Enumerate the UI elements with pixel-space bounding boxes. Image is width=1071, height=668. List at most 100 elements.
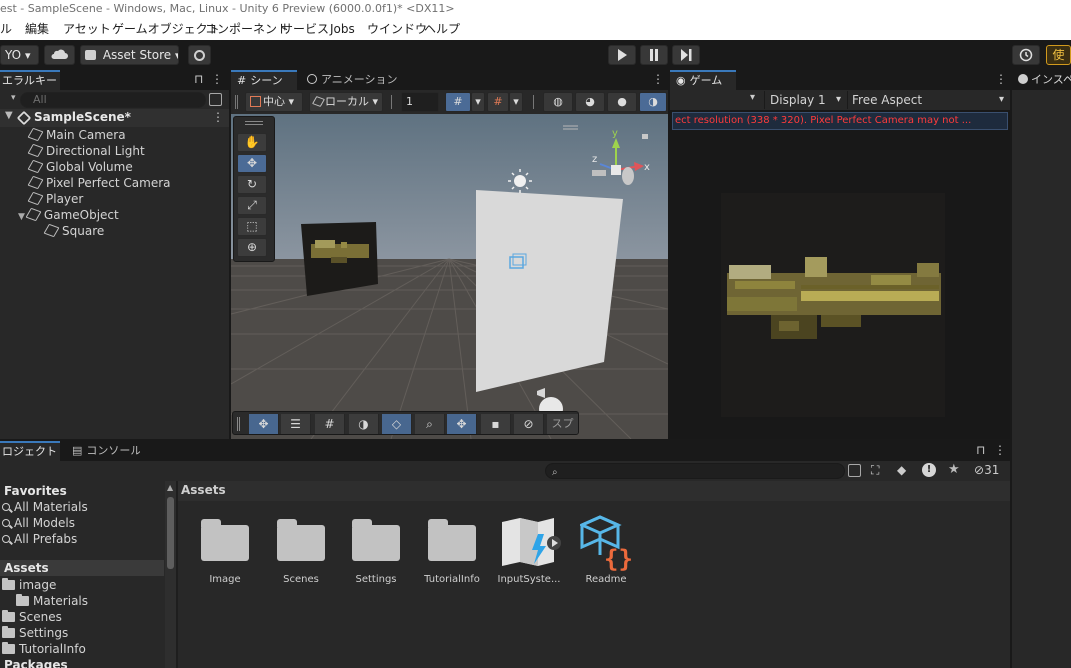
pivot-dropdown[interactable]: 中心 ▾ bbox=[245, 92, 303, 112]
hidden-packages-toggle[interactable]: ⊘31 bbox=[974, 463, 999, 477]
drag-handle-icon[interactable] bbox=[245, 121, 263, 122]
favorite-item[interactable]: All Materials bbox=[2, 499, 88, 515]
tab-inspector[interactable]: インスペ bbox=[1018, 70, 1071, 90]
lock-icon[interactable]: ⊓ bbox=[976, 443, 985, 457]
tree-folder[interactable]: image bbox=[2, 577, 56, 593]
hierarchy-item[interactable]: Player bbox=[27, 191, 83, 207]
kebab-icon[interactable]: ⋮ bbox=[652, 72, 664, 86]
display-dropdown[interactable]: Display 1 ▾ bbox=[764, 91, 844, 109]
snap-toggle[interactable]: # bbox=[487, 92, 509, 112]
scroll-up-icon[interactable]: ▲ bbox=[167, 483, 173, 492]
grid-dropdown[interactable]: ▾ bbox=[471, 92, 485, 112]
warning-icon[interactable]: ! bbox=[922, 463, 936, 477]
tab-animation[interactable]: アニメーション bbox=[303, 70, 413, 90]
account-dropdown[interactable]: YO ▾ bbox=[0, 45, 39, 65]
grid-toggle[interactable]: # bbox=[445, 92, 471, 112]
drag-handle-icon[interactable] bbox=[237, 417, 240, 431]
split-divider[interactable] bbox=[176, 481, 178, 668]
drag-handle-icon[interactable] bbox=[235, 95, 238, 109]
tree-folder[interactable]: Scenes bbox=[2, 609, 62, 625]
filter-type-icon[interactable]: ⛶ bbox=[871, 463, 879, 478]
tree-scrollbar[interactable]: ▲ bbox=[165, 481, 176, 668]
breadcrumb-item[interactable]: Assets bbox=[181, 483, 226, 497]
aspect-dropdown[interactable]: Free Aspect ▾ bbox=[847, 91, 1007, 109]
asset-store-button[interactable]: Asset Store ▾ bbox=[80, 45, 179, 65]
play-button[interactable] bbox=[608, 45, 636, 65]
menu-file[interactable]: ル bbox=[0, 18, 12, 40]
sliders-button[interactable]: ☰ bbox=[281, 414, 311, 434]
menu-edit[interactable]: 編集 bbox=[25, 18, 49, 40]
unity-menu-button[interactable]: 使 bbox=[1046, 45, 1071, 65]
menu-window[interactable]: ウインドウ bbox=[367, 18, 427, 40]
star-icon[interactable]: ★ bbox=[948, 462, 960, 477]
favorite-item[interactable]: All Prefabs bbox=[2, 531, 77, 547]
move-handles-button[interactable]: ✥ bbox=[249, 414, 279, 434]
assets-tree-row[interactable]: Assets bbox=[0, 560, 164, 576]
menu-component[interactable]: コンポーネント bbox=[205, 18, 289, 40]
favorite-item[interactable]: All Models bbox=[2, 515, 75, 531]
tab-console[interactable]: ▤ コンソール bbox=[70, 441, 140, 461]
filter-label-icon[interactable]: ◆ bbox=[897, 463, 906, 477]
shading-lit-button[interactable]: ◑ bbox=[639, 92, 667, 112]
cloud-button[interactable] bbox=[44, 45, 75, 65]
expand-arrow-icon[interactable]: ▼ bbox=[18, 212, 25, 222]
hand-tool-button[interactable]: ✋ bbox=[237, 133, 267, 152]
search-filter-icon[interactable] bbox=[209, 93, 222, 106]
hierarchy-search-input[interactable]: All bbox=[20, 92, 206, 108]
layers-button[interactable]: ◇ bbox=[382, 414, 412, 434]
grid-overlay-button[interactable]: # bbox=[315, 414, 345, 434]
hierarchy-item[interactable]: Main Camera bbox=[27, 127, 126, 143]
kebab-icon[interactable]: ⋮ bbox=[995, 72, 1007, 86]
scene-row[interactable]: ▼ SampleScene* ⋮ bbox=[0, 109, 229, 127]
step-button[interactable] bbox=[672, 45, 700, 65]
grid-size-input[interactable]: 1 bbox=[401, 92, 439, 112]
move-tool-button[interactable]: ✥ bbox=[237, 154, 267, 173]
hierarchy-item[interactable]: ▼ GameObject bbox=[18, 207, 119, 223]
tab-project[interactable]: ロジェクト bbox=[0, 441, 60, 461]
hierarchy-item[interactable]: Directional Light bbox=[27, 143, 145, 159]
pause-button[interactable] bbox=[640, 45, 668, 65]
shading-shaded-button[interactable]: ● bbox=[607, 92, 637, 112]
game-mode-dropdown[interactable]: ▾ bbox=[750, 92, 755, 103]
kebab-icon[interactable]: ⋮ bbox=[994, 443, 1006, 457]
tab-game[interactable]: ◉ ゲーム bbox=[670, 70, 736, 90]
scene-kebab-icon[interactable]: ⋮ bbox=[212, 110, 224, 124]
menu-gameobject[interactable]: ゲームオブジェクト bbox=[112, 18, 220, 40]
search-scene-button[interactable]: ⌕ bbox=[415, 414, 445, 434]
add-dropdown-icon[interactable]: ▾ bbox=[11, 93, 16, 103]
tree-folder[interactable]: TutorialInfo bbox=[2, 641, 86, 657]
project-search-input[interactable]: ⌕ bbox=[545, 463, 845, 479]
packages-header[interactable]: Packages bbox=[4, 657, 68, 668]
drag-handle-icon[interactable] bbox=[245, 124, 263, 125]
space-dropdown[interactable]: ローカル ▾ bbox=[309, 92, 383, 112]
menu-jobs[interactable]: Jobs bbox=[330, 18, 355, 40]
tab-scene[interactable]: # シーン bbox=[231, 70, 297, 90]
history-button[interactable] bbox=[1012, 45, 1040, 65]
pivot-gizmo-button[interactable]: ✥ bbox=[447, 414, 477, 434]
tab-hierarchy[interactable]: エラルキー bbox=[0, 70, 60, 90]
hierarchy-item[interactable]: Global Volume bbox=[27, 159, 133, 175]
settings-button[interactable] bbox=[188, 45, 211, 65]
rotate-tool-button[interactable]: ↻ bbox=[237, 175, 267, 194]
snap-dropdown[interactable]: ▾ bbox=[509, 92, 523, 112]
camera-button[interactable]: ▪ bbox=[481, 414, 511, 434]
scale-tool-button[interactable]: ⤢ bbox=[237, 196, 267, 215]
hierarchy-item[interactable]: Square bbox=[43, 223, 104, 239]
tree-folder[interactable]: Materials bbox=[16, 593, 88, 609]
menu-help[interactable]: ヘルプ bbox=[424, 18, 460, 40]
shading-wireframe-button[interactable]: ◍ bbox=[543, 92, 573, 112]
lock-icon[interactable]: ⊓ bbox=[194, 72, 203, 86]
navigation-button[interactable]: ⊘ bbox=[514, 414, 544, 434]
favorites-header[interactable]: Favorites bbox=[4, 483, 67, 499]
tree-folder[interactable]: Settings bbox=[2, 625, 68, 641]
expand-arrow-icon[interactable]: ▼ bbox=[5, 110, 13, 121]
rect-tool-button[interactable]: ⬚ bbox=[237, 217, 267, 236]
sprite-tool-button[interactable]: スプ bbox=[547, 414, 578, 434]
game-render[interactable] bbox=[721, 193, 945, 417]
scrollbar-thumb[interactable] bbox=[167, 497, 174, 569]
hierarchy-item[interactable]: Pixel Perfect Camera bbox=[27, 175, 171, 191]
menu-assets[interactable]: アセット bbox=[63, 18, 111, 40]
shading-shaded-wireframe-button[interactable]: ◕ bbox=[575, 92, 605, 112]
shading-button[interactable]: ◑ bbox=[349, 414, 379, 434]
transform-tool-button[interactable]: ⊕ bbox=[237, 238, 267, 257]
